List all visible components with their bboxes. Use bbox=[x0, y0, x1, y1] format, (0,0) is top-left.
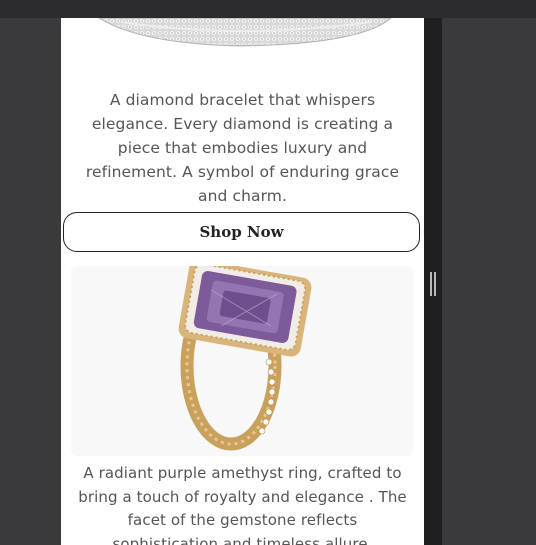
shop-now-button[interactable]: Shop Now bbox=[63, 212, 420, 252]
amethyst-ring-image bbox=[71, 266, 413, 456]
editor-top-bar bbox=[0, 0, 536, 18]
product-description: A radiant purple amethyst ring, crafted … bbox=[78, 464, 407, 545]
diamond-bracelet-image bbox=[61, 18, 424, 50]
product-card[interactable] bbox=[71, 266, 413, 456]
mobile-preview-viewport: A diamond bracelet that whispers eleganc… bbox=[61, 18, 424, 545]
product-description: A diamond bracelet that whispers eleganc… bbox=[85, 91, 400, 205]
resize-handle[interactable] bbox=[430, 272, 436, 296]
